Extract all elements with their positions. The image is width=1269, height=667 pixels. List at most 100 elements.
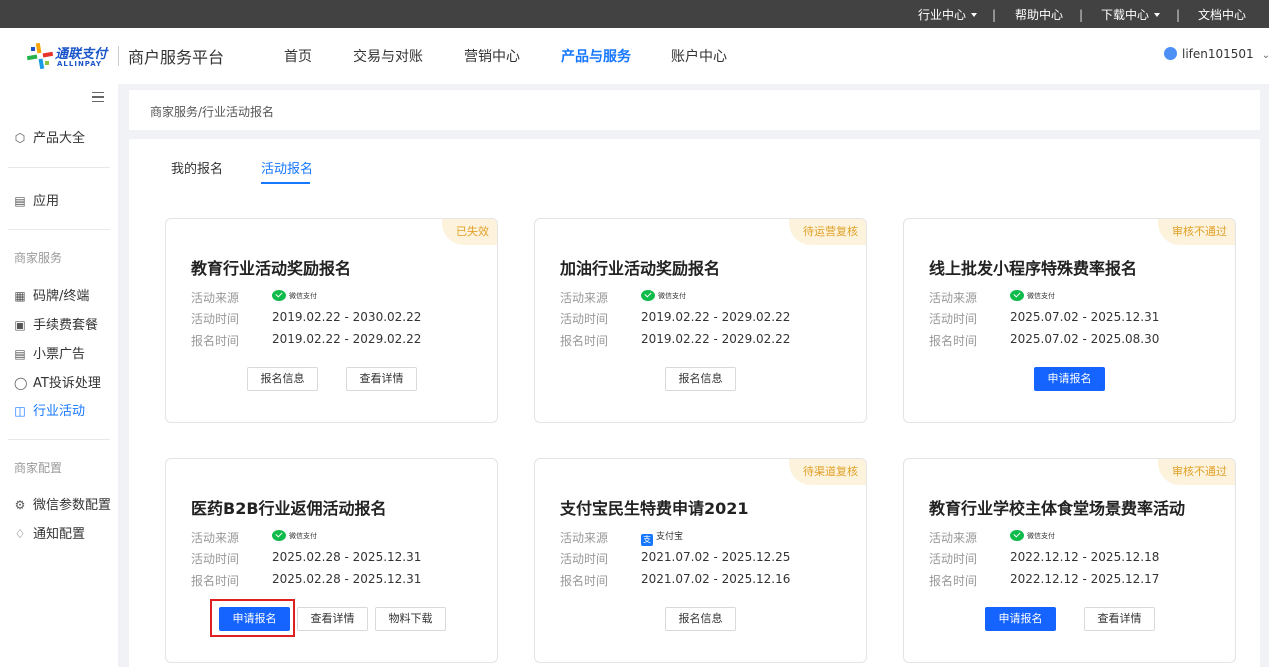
platform-title: 商户服务平台 xyxy=(128,48,225,67)
activity-time-label: 活动时间 xyxy=(929,312,978,326)
caret-down-icon xyxy=(1154,13,1161,17)
signup-time-value: 2022.12.12 - 2025.12.17 xyxy=(1010,572,1160,586)
tab-my-signups[interactable]: 我的报名 xyxy=(171,158,223,177)
view-details-button[interactable]: 查看详情 xyxy=(1084,607,1155,631)
signup-time-label: 报名时间 xyxy=(929,574,978,588)
activity-time-value: 2019.02.22 - 2029.02.22 xyxy=(641,310,791,324)
sidebar-divider xyxy=(8,167,110,168)
source-name: 微信支付 xyxy=(289,292,317,300)
activity-card: 待运营复核 加油行业活动奖励报名 活动来源 微信支付 活动时间 2019.02.… xyxy=(534,218,867,423)
logo-subtext: ALLINPAY xyxy=(57,60,103,68)
nav-marketing[interactable]: 营销中心 xyxy=(464,46,520,66)
help-center-link[interactable]: 帮助中心 xyxy=(1015,0,1063,28)
nav-products-services[interactable]: 产品与服务 xyxy=(561,46,631,66)
source-name: 微信支付 xyxy=(1027,532,1055,540)
separator: | xyxy=(992,8,997,22)
cube-icon: ⬡ xyxy=(14,131,26,145)
view-details-button[interactable]: 查看详情 xyxy=(346,367,417,391)
source-label: 活动来源 xyxy=(560,291,609,305)
username: lifen101501 xyxy=(1182,47,1254,61)
wechat-pay-source: 微信支付 xyxy=(641,290,686,301)
source-name: 支付宝 xyxy=(656,532,684,542)
card-title: 医药B2B行业返佣活动报名 xyxy=(191,499,387,518)
wechat-pay-icon xyxy=(272,530,286,541)
sidebar-item-fee-package[interactable]: ▣ 手续费套餐 xyxy=(14,314,98,333)
header: 通联支付 ALLINPAY 商户服务平台 首页 交易与对账 营销中心 产品与服务… xyxy=(0,28,1269,84)
source-label: 活动来源 xyxy=(191,291,240,305)
sidebar-item-notify-config[interactable]: ♢ 通知配置 xyxy=(14,523,85,542)
source-name: 微信支付 xyxy=(289,532,317,540)
download-center-label: 下载中心 xyxy=(1101,8,1150,22)
sidebar-item-label: 应用 xyxy=(33,194,60,209)
activity-time-label: 活动时间 xyxy=(191,312,240,326)
nav-home[interactable]: 首页 xyxy=(284,46,312,66)
source-name: 微信支付 xyxy=(658,292,686,300)
main-content: 我的报名 活动报名 已失效 教育行业活动奖励报名 活动来源 微信支付 活动时间 … xyxy=(129,139,1260,667)
wechat-pay-source: 微信支付 xyxy=(1010,530,1055,541)
sidebar-item-industry-activity[interactable]: ◫ 行业活动 xyxy=(14,400,85,419)
activity-time-label: 活动时间 xyxy=(560,552,609,566)
wechat-pay-source: 微信支付 xyxy=(272,290,317,301)
sidebar-item-terminal[interactable]: ▦ 码牌/终端 xyxy=(14,285,89,304)
sidebar-item-label: 码牌/终端 xyxy=(33,289,90,304)
activity-time-label: 活动时间 xyxy=(191,552,240,566)
nav-account[interactable]: 账户中心 xyxy=(671,46,727,66)
apply-signup-button[interactable]: 申请报名 xyxy=(1034,367,1105,391)
signup-time-label: 报名时间 xyxy=(191,334,240,348)
sidebar-item-wechat-config[interactable]: ⚙ 微信参数配置 xyxy=(14,494,111,513)
terminal-icon: ▦ xyxy=(14,289,26,303)
sidebar: ⬡ 产品大全 ▤ 应用 商家服务 ▦ 码牌/终端 ▣ 手续费套餐 ▤ 小票广告 ◯ AT投诉… xyxy=(0,84,118,667)
sidebar-item-label: 小票广告 xyxy=(33,347,86,362)
activity-card: 医药B2B行业返佣活动报名 活动来源 微信支付 活动时间 2025.02.28 … xyxy=(165,458,498,663)
apply-signup-button[interactable]: 申请报名 xyxy=(985,607,1056,631)
user-menu[interactable]: lifen101501 ⌄ xyxy=(1164,47,1269,61)
sidebar-item-label: 产品大全 xyxy=(33,131,86,146)
source-label: 活动来源 xyxy=(191,531,240,545)
shield-icon: ◯ xyxy=(14,376,28,390)
wechat-pay-icon xyxy=(272,290,286,301)
sidebar-item-products[interactable]: ⬡ 产品大全 xyxy=(14,127,85,146)
apply-signup-button[interactable]: 申请报名 xyxy=(219,607,290,631)
industry-center-label: 行业中心 xyxy=(918,8,967,22)
signup-info-button[interactable]: 报名信息 xyxy=(665,367,736,391)
separator: | xyxy=(1079,8,1084,22)
card-title: 支付宝民生特费申请2021 xyxy=(560,499,749,518)
activity-card: 审核不通过 线上批发小程序特殊费率报名 活动来源 微信支付 活动时间 2025.… xyxy=(903,218,1236,423)
sidebar-item-label: AT投诉处理 xyxy=(33,376,101,391)
sidebar-divider xyxy=(8,229,110,230)
box-icon: ▤ xyxy=(14,194,26,208)
signup-time-label: 报名时间 xyxy=(929,334,978,348)
signup-time-value: 2019.02.22 - 2029.02.22 xyxy=(272,332,422,346)
signup-info-button[interactable]: 报名信息 xyxy=(247,367,318,391)
sidebar-item-complaints[interactable]: ◯ AT投诉处理 xyxy=(14,372,101,391)
status-badge: 审核不通过 xyxy=(1158,219,1235,245)
sidebar-group-title: 商家服务 xyxy=(14,251,63,265)
nav-transactions[interactable]: 交易与对账 xyxy=(353,46,423,66)
header-divider xyxy=(118,46,119,66)
docs-center-link[interactable]: 文档中心 xyxy=(1198,0,1246,28)
download-center-dropdown[interactable]: 下载中心 xyxy=(1101,0,1161,28)
sidebar-item-apps[interactable]: ▤ 应用 xyxy=(14,190,59,209)
industry-center-dropdown[interactable]: 行业中心 xyxy=(918,0,978,28)
signup-time-label: 报名时间 xyxy=(191,574,240,588)
sidebar-item-receipt-ads[interactable]: ▤ 小票广告 xyxy=(14,343,85,362)
activity-time-label: 活动时间 xyxy=(929,552,978,566)
wechat-pay-icon xyxy=(1010,290,1024,301)
bell-icon: ♢ xyxy=(14,527,26,541)
signup-info-button[interactable]: 报名信息 xyxy=(665,607,736,631)
source-label: 活动来源 xyxy=(929,291,978,305)
view-details-button[interactable]: 查看详情 xyxy=(297,607,368,631)
allinpay-star-icon xyxy=(26,42,54,70)
signup-time-value: 2025.07.02 - 2025.08.30 xyxy=(1010,332,1160,346)
allinpay-logo[interactable]: 通联支付 ALLINPAY xyxy=(25,41,111,71)
receipt-icon: ▤ xyxy=(14,347,26,361)
top-bar: 行业中心 | 帮助中心 | 下载中心 | 文档中心 xyxy=(0,0,1269,28)
menu-toggle-icon[interactable] xyxy=(92,92,104,102)
avatar xyxy=(1164,47,1177,60)
material-download-button[interactable]: 物料下载 xyxy=(375,607,446,631)
tab-activity-signup[interactable]: 活动报名 xyxy=(261,158,313,177)
signup-time-label: 报名时间 xyxy=(560,334,609,348)
sidebar-item-label: 行业活动 xyxy=(33,404,86,419)
activity-time-value: 2022.12.12 - 2025.12.18 xyxy=(1010,550,1160,564)
signup-time-value: 2019.02.22 - 2029.02.22 xyxy=(641,332,791,346)
